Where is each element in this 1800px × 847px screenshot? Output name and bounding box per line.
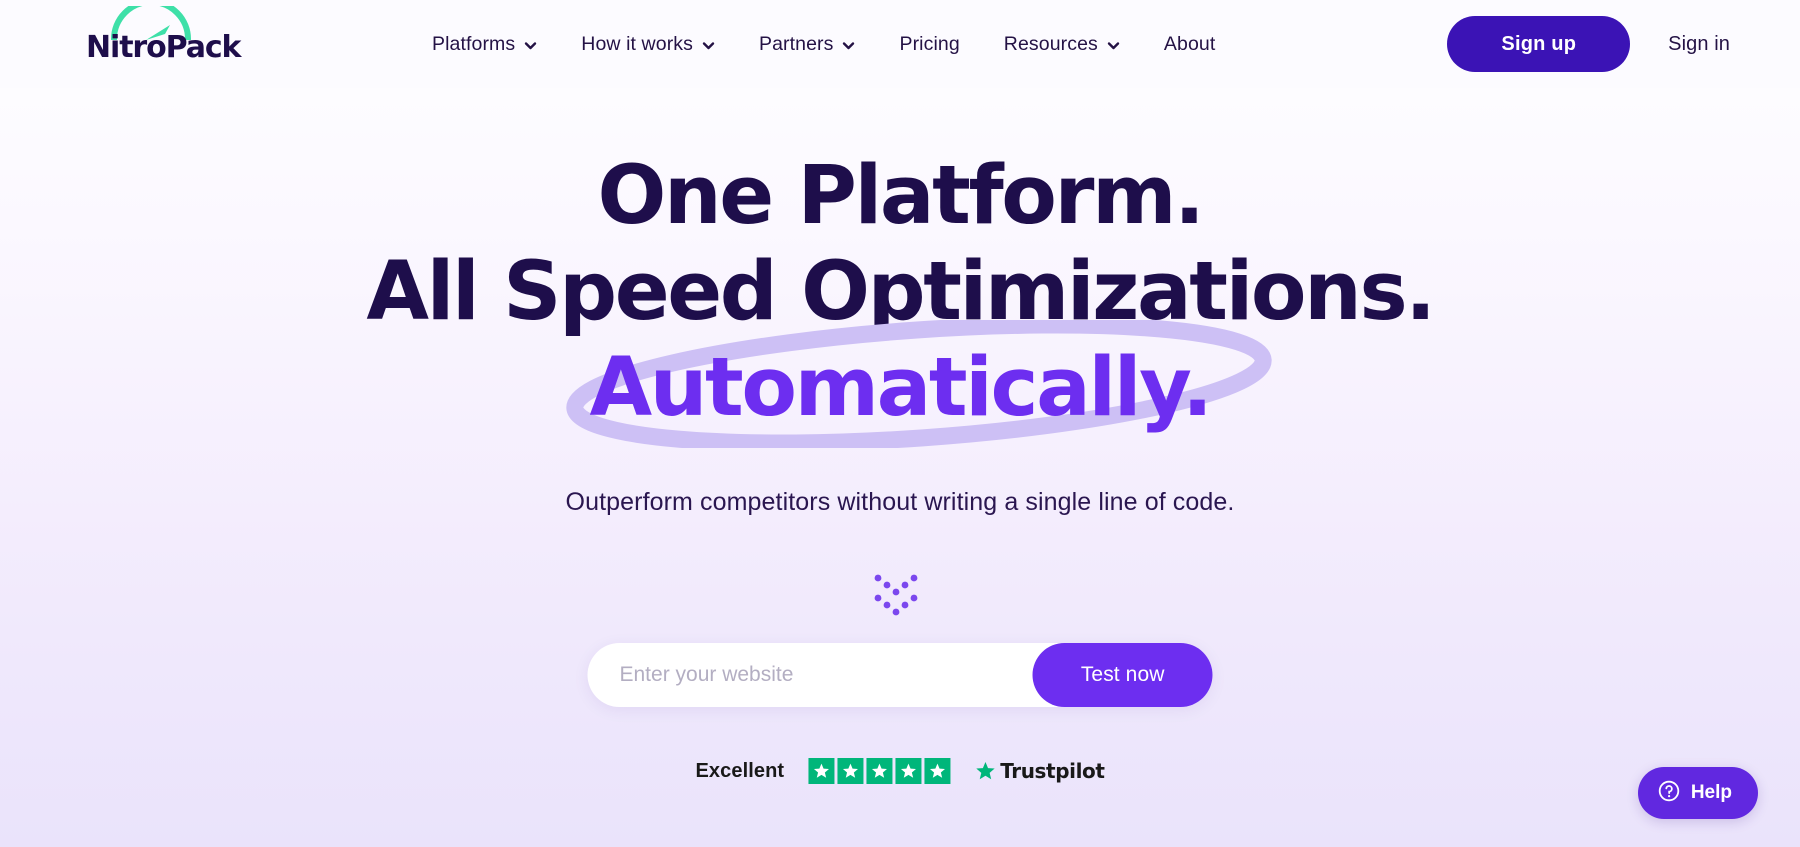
nav-item-resources[interactable]: Resources bbox=[982, 0, 1142, 88]
headline-line-2: All Speed Optimizations. bbox=[366, 245, 1436, 339]
logo[interactable]: NitroPack bbox=[86, 0, 256, 82]
nav-item-about[interactable]: About bbox=[1142, 0, 1237, 88]
help-button[interactable]: Help bbox=[1637, 767, 1758, 819]
nav-label: Pricing bbox=[899, 32, 960, 55]
nav-label: Resources bbox=[1003, 32, 1098, 55]
sign-up-button[interactable]: Sign up bbox=[1447, 16, 1631, 72]
trustpilot-brand-name: Trustpilot bbox=[1000, 759, 1105, 783]
nav-item-platforms[interactable]: Platforms bbox=[410, 0, 559, 88]
sign-in-link[interactable]: Sign in bbox=[1640, 33, 1758, 56]
nav-item-partners[interactable]: Partners bbox=[737, 0, 878, 88]
logo-wordmark: NitroPack bbox=[86, 30, 242, 65]
test-now-button[interactable]: Test now bbox=[1032, 643, 1213, 707]
star-icon bbox=[895, 758, 922, 784]
chevron-down-icon bbox=[1107, 39, 1120, 52]
chevron-down-icon bbox=[842, 39, 855, 52]
nav-item-pricing[interactable]: Pricing bbox=[877, 0, 981, 88]
trustpilot-logo: Trustpilot bbox=[974, 759, 1105, 783]
trustpilot-rating-label: Excellent bbox=[695, 759, 785, 782]
chevron-down-icon bbox=[524, 39, 537, 52]
star-icon bbox=[837, 758, 864, 784]
nav-label: Platforms bbox=[432, 32, 516, 55]
headline-line-3-wrap: Automatically. bbox=[566, 320, 1273, 448]
double-chevron-down-dots-icon bbox=[874, 574, 918, 616]
trustpilot-rating[interactable]: Excellent Trustpilot bbox=[695, 758, 1105, 784]
headline-line-1: One Platform. bbox=[597, 149, 1205, 243]
headline-line-3: Automatically. bbox=[589, 341, 1212, 435]
hero-subtitle: Outperform competitors without writing a… bbox=[565, 488, 1235, 516]
site-header: NitroPack Platforms How it works Partner… bbox=[0, 0, 1800, 88]
star-icon bbox=[866, 758, 893, 784]
website-test-form: Test now bbox=[587, 643, 1213, 707]
star-icon bbox=[976, 761, 995, 780]
trustpilot-stars bbox=[808, 758, 951, 784]
star-icon bbox=[924, 758, 951, 784]
nav-label: How it works bbox=[581, 32, 693, 55]
nav-label: Partners bbox=[758, 32, 834, 55]
page-title: One Platform. All Speed Optimizations. A… bbox=[0, 148, 1800, 448]
main-navigation: Platforms How it works Partners Pricing … bbox=[410, 0, 1237, 88]
chevron-down-icon bbox=[702, 39, 715, 52]
question-circle-icon bbox=[1658, 780, 1680, 807]
hero-section: One Platform. All Speed Optimizations. A… bbox=[0, 88, 1800, 847]
star-icon bbox=[808, 758, 835, 784]
nav-label: About bbox=[1163, 32, 1216, 55]
nav-item-how-it-works[interactable]: How it works bbox=[559, 0, 737, 88]
website-url-input[interactable] bbox=[587, 643, 1033, 707]
help-label: Help bbox=[1690, 782, 1732, 803]
auth-actions: Sign up Sign in bbox=[1447, 0, 1758, 88]
